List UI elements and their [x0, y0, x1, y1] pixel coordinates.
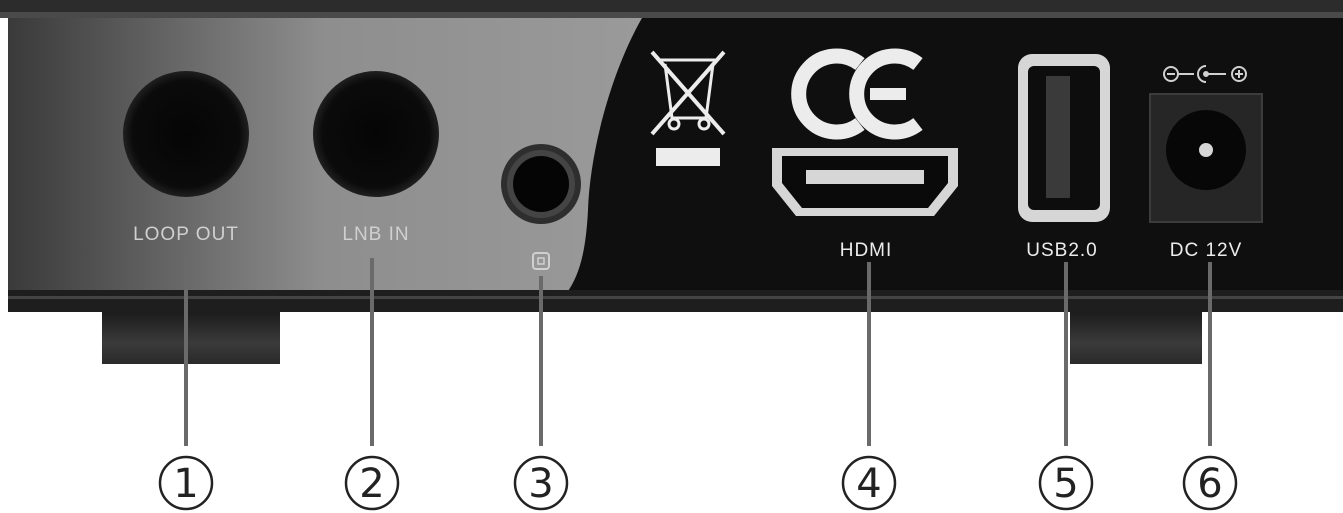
callout-number-3: 3: [528, 461, 553, 507]
right-foot: [1070, 312, 1202, 364]
callout-number-5: 5: [1053, 461, 1078, 507]
hdmi-pins: [806, 170, 924, 184]
lnb-in-label: LNB IN: [342, 224, 409, 245]
callout-number-6: 6: [1197, 461, 1222, 507]
lnb-in-connector: [313, 71, 439, 197]
usb-label: USB2.0: [1026, 240, 1097, 261]
receiver-rear-panel-diagram: LOOP OUT LNB IN HDMI USB2.0 DC 12V 1 2 3…: [0, 0, 1343, 511]
dc-jack-pin: [1199, 143, 1213, 157]
callout-number-1: 1: [173, 461, 198, 507]
loop-out-connector: [123, 71, 249, 197]
hdmi-label: HDMI: [840, 240, 893, 261]
bottom-edge-line: [8, 296, 1343, 299]
callout-number-4: 4: [856, 461, 881, 507]
bottom-edge: [8, 290, 1343, 312]
callout-2: 2: [344, 455, 400, 511]
dc-label: DC 12V: [1170, 240, 1243, 261]
usb-tongue: [1046, 76, 1070, 198]
top-edge-highlight: [0, 12, 1343, 18]
callout-3: 3: [513, 455, 569, 511]
loop-out-label: LOOP OUT: [133, 224, 239, 245]
callout-4: 4: [841, 455, 897, 511]
callout-number-2: 2: [359, 461, 384, 507]
callout-1: 1: [158, 455, 214, 511]
ir-jack-hole: [513, 156, 569, 212]
top-edge: [0, 0, 1343, 14]
callout-5: 5: [1038, 455, 1094, 511]
left-foot: [102, 312, 280, 364]
callout-6: 6: [1182, 455, 1238, 511]
